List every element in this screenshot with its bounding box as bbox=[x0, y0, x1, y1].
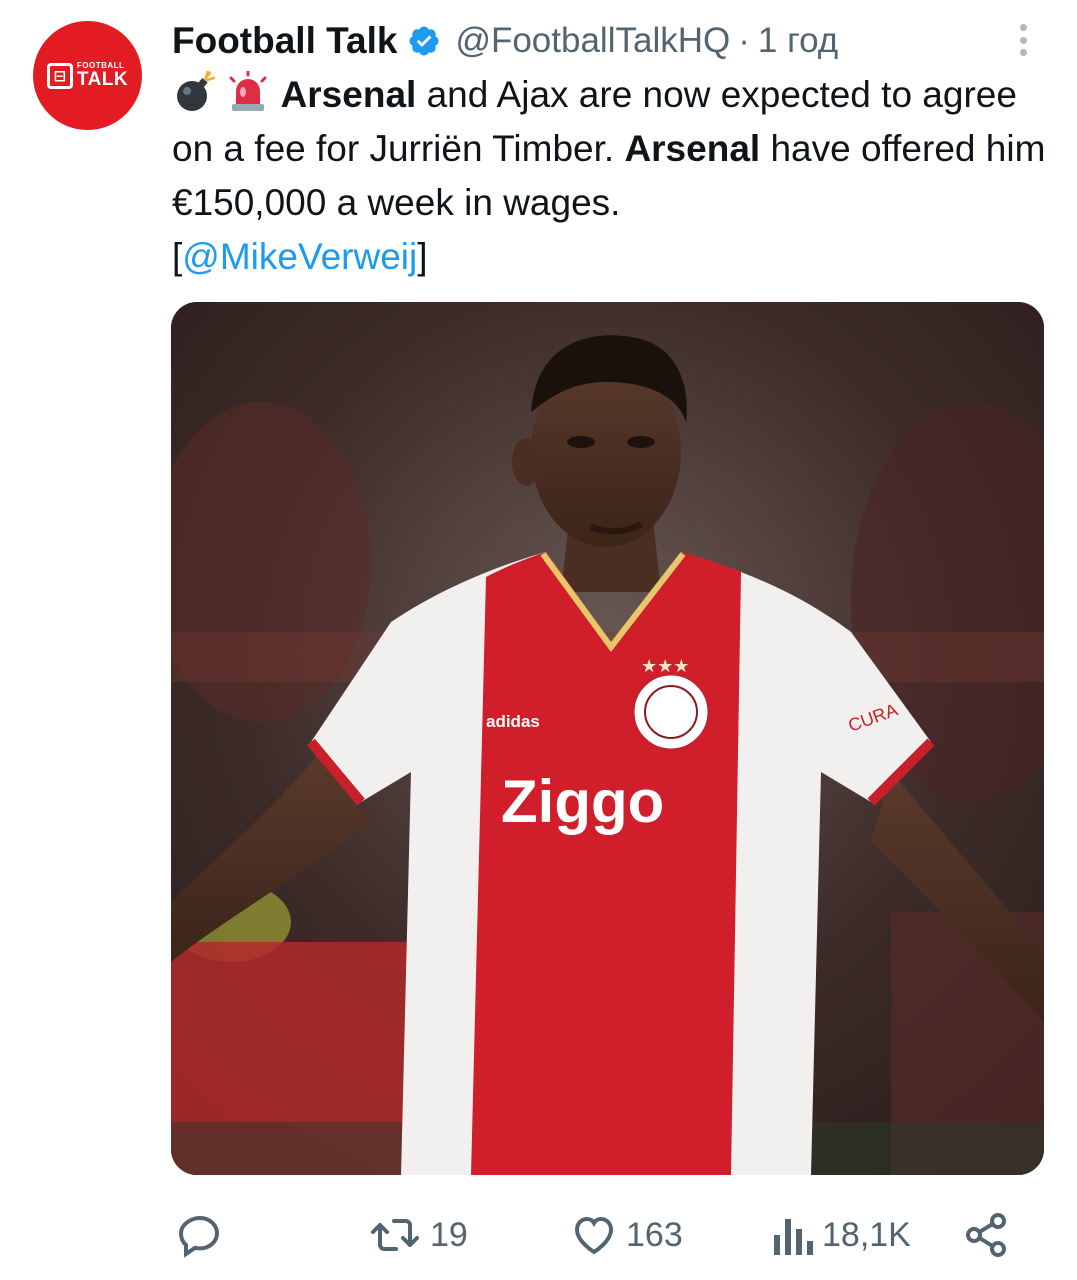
tweet-header: Football Talk @FootballTalkHQ · 1 год bbox=[172, 16, 838, 66]
tweet-photo[interactable]: Ziggo adidas CURA ★★★ bbox=[171, 302, 1044, 1175]
text-bold-arsenal-1[interactable]: Arsenal bbox=[281, 74, 417, 115]
more-icon[interactable] bbox=[1008, 20, 1038, 60]
text-bold-arsenal-2[interactable]: Arsenal bbox=[624, 128, 760, 169]
display-name[interactable]: Football Talk bbox=[172, 20, 397, 62]
shirt-sponsor-text: Ziggo bbox=[501, 768, 664, 835]
like-count: 163 bbox=[626, 1215, 683, 1254]
views-icon bbox=[774, 1219, 813, 1255]
football-talk-logo: ⊟ FOOTBALL TALK bbox=[46, 62, 129, 90]
timestamp[interactable]: 1 год bbox=[758, 21, 838, 61]
share-button[interactable] bbox=[962, 1200, 1010, 1270]
tweet-text: Arsenal and Ajax are now expected to agr… bbox=[172, 68, 1052, 284]
views-button[interactable]: 18,1K bbox=[770, 1200, 911, 1270]
retweet-count: 19 bbox=[430, 1215, 468, 1254]
retweet-button[interactable]: 19 bbox=[368, 1200, 468, 1270]
mention-link[interactable]: @MikeVerweij bbox=[182, 236, 417, 277]
logo-mark-icon: ⊟ bbox=[46, 62, 73, 89]
retweet-icon bbox=[371, 1219, 419, 1251]
player-photo: Ziggo adidas CURA ★★★ bbox=[171, 302, 1044, 1175]
views-count: 18,1K bbox=[822, 1215, 911, 1254]
three-stars-icon: ★★★ bbox=[641, 656, 689, 677]
verified-badge-icon bbox=[409, 26, 439, 56]
source-bracket-close: ] bbox=[417, 236, 428, 277]
separator-dot: · bbox=[738, 21, 750, 60]
shirt-brand-text: adidas bbox=[486, 712, 540, 731]
like-button[interactable]: 163 bbox=[570, 1200, 683, 1270]
avatar[interactable]: ⊟ FOOTBALL TALK bbox=[33, 21, 142, 130]
tweet: ⊟ FOOTBALL TALK Football Talk @FootballT… bbox=[0, 0, 1077, 1280]
bomb-emoji-icon bbox=[177, 71, 216, 111]
handle[interactable]: @FootballTalkHQ bbox=[455, 21, 730, 61]
reply-icon bbox=[178, 1215, 220, 1258]
like-icon bbox=[574, 1216, 614, 1255]
source-bracket-open: [ bbox=[172, 236, 183, 277]
reply-button[interactable] bbox=[176, 1200, 232, 1270]
police-light-emoji-icon bbox=[229, 71, 267, 111]
share-icon bbox=[966, 1213, 1006, 1257]
logo-text-big: TALK bbox=[76, 69, 129, 90]
action-bar: 19 163 18,1K bbox=[0, 1200, 1077, 1270]
